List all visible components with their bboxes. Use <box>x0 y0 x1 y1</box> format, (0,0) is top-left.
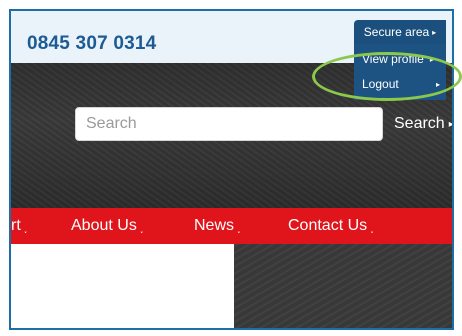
chevron-down-icon: ˯ <box>23 222 28 234</box>
content-background <box>234 244 452 328</box>
nav-item-partial[interactable]: rt ˯ <box>11 217 27 235</box>
chevron-down-icon: ˯ <box>139 222 144 234</box>
menu-item-logout[interactable]: Logout ▸ <box>362 77 446 91</box>
chevron-down-icon: ˯ <box>237 222 241 234</box>
search-button[interactable]: Search ▸ <box>394 115 454 133</box>
account-dropdown: View profile ▸ Logout ▸ <box>354 44 446 100</box>
menu-item-label: Logout <box>362 77 399 91</box>
content-panel <box>11 244 234 328</box>
menu-item-label: View profile <box>362 52 424 66</box>
nav-item-label: News <box>194 217 235 234</box>
nav-item-label: Contact Us <box>288 217 368 234</box>
secure-area-button[interactable]: Secure area ▸ <box>354 20 446 44</box>
search-button-label: Search <box>394 115 445 132</box>
arrow-right-icon: ▸ <box>429 54 434 64</box>
nav-item-contact-us[interactable]: Contact Us ˯ <box>288 217 374 235</box>
nav-item-about-us[interactable]: About Us ˯ <box>71 217 143 235</box>
arrow-right-icon: ▸ <box>432 27 437 37</box>
phone-number[interactable]: 0845 307 0314 <box>27 33 156 55</box>
secure-area-label: Secure area <box>363 25 430 39</box>
arrow-right-icon: ▸ <box>448 118 454 130</box>
search-input[interactable] <box>75 107 383 141</box>
nav-item-label: rt <box>11 217 21 234</box>
menu-item-view-profile[interactable]: View profile ▸ <box>362 52 434 66</box>
arrow-right-icon: ▸ <box>435 79 440 89</box>
main-nav: rt ˯ About Us ˯ News ˯ Contact Us ˯ <box>11 208 452 244</box>
chevron-down-icon: ˯ <box>370 222 374 234</box>
nav-item-label: About Us <box>71 217 137 234</box>
nav-item-news[interactable]: News ˯ <box>194 217 241 235</box>
